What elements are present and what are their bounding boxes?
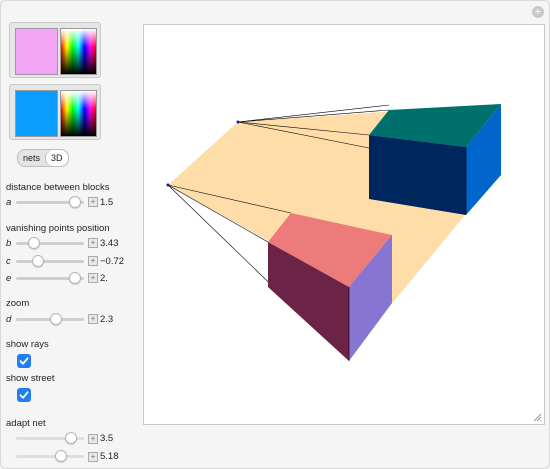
slider-c-plus-icon[interactable]: + <box>88 256 98 266</box>
resize-handle-icon[interactable] <box>532 412 542 422</box>
slider-adapt1-value: 3.5 <box>100 433 114 444</box>
slider-adapt2-track[interactable] <box>16 455 84 458</box>
slider-c-var: c <box>6 256 11 267</box>
slider-a-var: a <box>6 197 12 208</box>
slider-b-var: b <box>6 238 12 249</box>
color-picker-2[interactable] <box>9 84 101 140</box>
slider-d-var: d <box>6 314 12 325</box>
color-spectrum-1[interactable] <box>60 28 97 75</box>
slider-b-track[interactable] <box>16 242 84 245</box>
slider-e-plus-icon[interactable]: + <box>88 273 98 283</box>
slider-a-plus-icon[interactable]: + <box>88 197 98 207</box>
slider-c-value: −0.72 <box>100 256 125 267</box>
vanishing-point[interactable] <box>166 183 170 187</box>
slider-c-track[interactable] <box>16 260 84 263</box>
vanishing-point[interactable] <box>236 120 240 124</box>
vanishing-label: vanishing points position <box>6 223 110 234</box>
slider-b-plus-icon[interactable]: + <box>88 238 98 248</box>
slider-adapt2-value: 5.18 <box>100 451 119 462</box>
slider-e-value: 2. <box>100 273 108 284</box>
options-plus-icon[interactable]: + <box>532 6 544 18</box>
show-street-checkbox[interactable] <box>17 388 31 402</box>
slider-b-value: 3.43 <box>100 238 119 249</box>
zoom-label: zoom <box>6 298 30 309</box>
toggle-3d[interactable]: 3D <box>45 150 68 166</box>
slider-adapt2-plus-icon[interactable]: + <box>88 452 98 462</box>
slider-e-var: e <box>6 273 12 284</box>
slider-adapt2-thumb[interactable] <box>54 450 67 462</box>
slider-d-plus-icon[interactable]: + <box>88 314 98 324</box>
slider-a-value: 1.5 <box>100 197 114 208</box>
adapt-net-label: adapt net <box>6 418 46 429</box>
color-swatch-1[interactable] <box>15 28 58 75</box>
perspective-scene <box>166 104 501 361</box>
distance-label: distance between blocks <box>6 182 110 193</box>
slider-b-thumb[interactable] <box>27 237 40 249</box>
show-street-label: show street <box>6 373 55 384</box>
checkmark-icon <box>19 357 29 365</box>
checkmark-icon <box>19 391 29 399</box>
color-spectrum-2[interactable] <box>60 90 97 137</box>
show-rays-label: show rays <box>6 339 49 350</box>
slider-d-value: 2.3 <box>100 314 114 325</box>
color-swatch-2[interactable] <box>15 90 58 137</box>
slider-d-thumb[interactable] <box>49 313 62 325</box>
slider-adapt1-plus-icon[interactable]: + <box>88 434 98 444</box>
color-picker-1[interactable] <box>9 22 101 78</box>
view-toggle[interactable]: nets 3D <box>17 149 69 167</box>
toggle-nets[interactable]: nets <box>18 150 45 166</box>
show-rays-checkbox[interactable] <box>17 354 31 368</box>
graphics-canvas[interactable] <box>143 24 545 425</box>
